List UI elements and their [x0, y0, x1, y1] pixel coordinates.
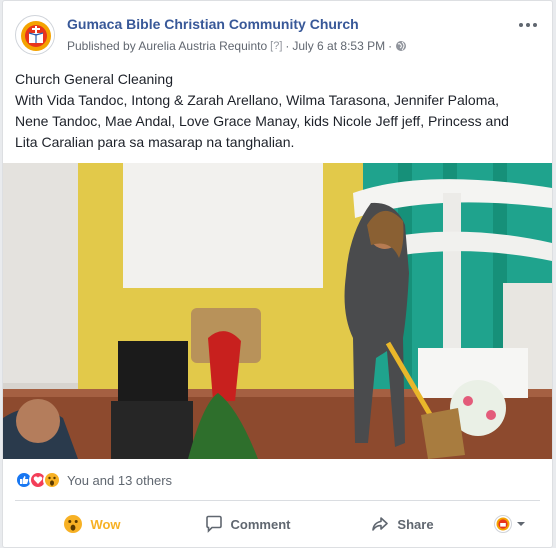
post-header: Gumaca Bible Christian Community Church … — [15, 13, 540, 59]
reactions-summary[interactable]: You and 13 others — [15, 467, 540, 493]
church-cleaning-photo — [3, 163, 552, 459]
reaction-count-text[interactable]: You and 13 others — [67, 473, 172, 488]
help-marker[interactable]: [?] — [270, 40, 282, 52]
dot — [519, 23, 523, 27]
page-avatar[interactable] — [15, 15, 55, 55]
comment-button[interactable]: Comment — [170, 507, 325, 541]
divider — [15, 500, 540, 501]
page-avatar-icon — [494, 515, 512, 533]
wow-label: Wow — [90, 516, 121, 532]
reaction-icons — [15, 471, 61, 489]
wow-reaction-button[interactable]: Wow — [15, 507, 170, 541]
post-meta: Published by Aurelia Austria Requinto [?… — [67, 39, 407, 53]
post-timestamp[interactable]: July 6 at 8:53 PM — [292, 39, 385, 53]
dot — [533, 23, 537, 27]
share-button[interactable]: Share — [325, 507, 480, 541]
comment-label: Comment — [230, 516, 291, 532]
wow-icon — [43, 471, 61, 489]
meta-separator: · — [285, 39, 290, 53]
comment-icon — [205, 515, 222, 533]
meta-separator: · — [388, 39, 393, 53]
post-text: Church General Cleaning With Vida Tandoc… — [15, 69, 535, 153]
page-name-link[interactable]: Gumaca Bible Christian Community Church — [67, 16, 359, 32]
chevron-down-icon — [517, 522, 525, 526]
more-options-button[interactable] — [516, 17, 540, 33]
wow-icon — [64, 515, 83, 533]
globe-icon[interactable] — [395, 40, 407, 52]
post-as-selector[interactable] — [480, 507, 540, 541]
share-label: Share — [397, 516, 434, 532]
post-card: Gumaca Bible Christian Community Church … — [2, 0, 553, 548]
church-logo-icon — [17, 17, 54, 54]
post-body-text: With Vida Tandoc, Intong & Zarah Arellan… — [15, 92, 513, 150]
dot — [526, 23, 530, 27]
published-by-text[interactable]: Published by Aurelia Austria Requinto — [67, 39, 267, 53]
post-actions-bar: Wow Comment Share — [15, 504, 540, 544]
share-icon — [372, 517, 389, 531]
post-title-line: Church General Cleaning — [15, 71, 173, 87]
post-photo[interactable] — [3, 163, 552, 459]
